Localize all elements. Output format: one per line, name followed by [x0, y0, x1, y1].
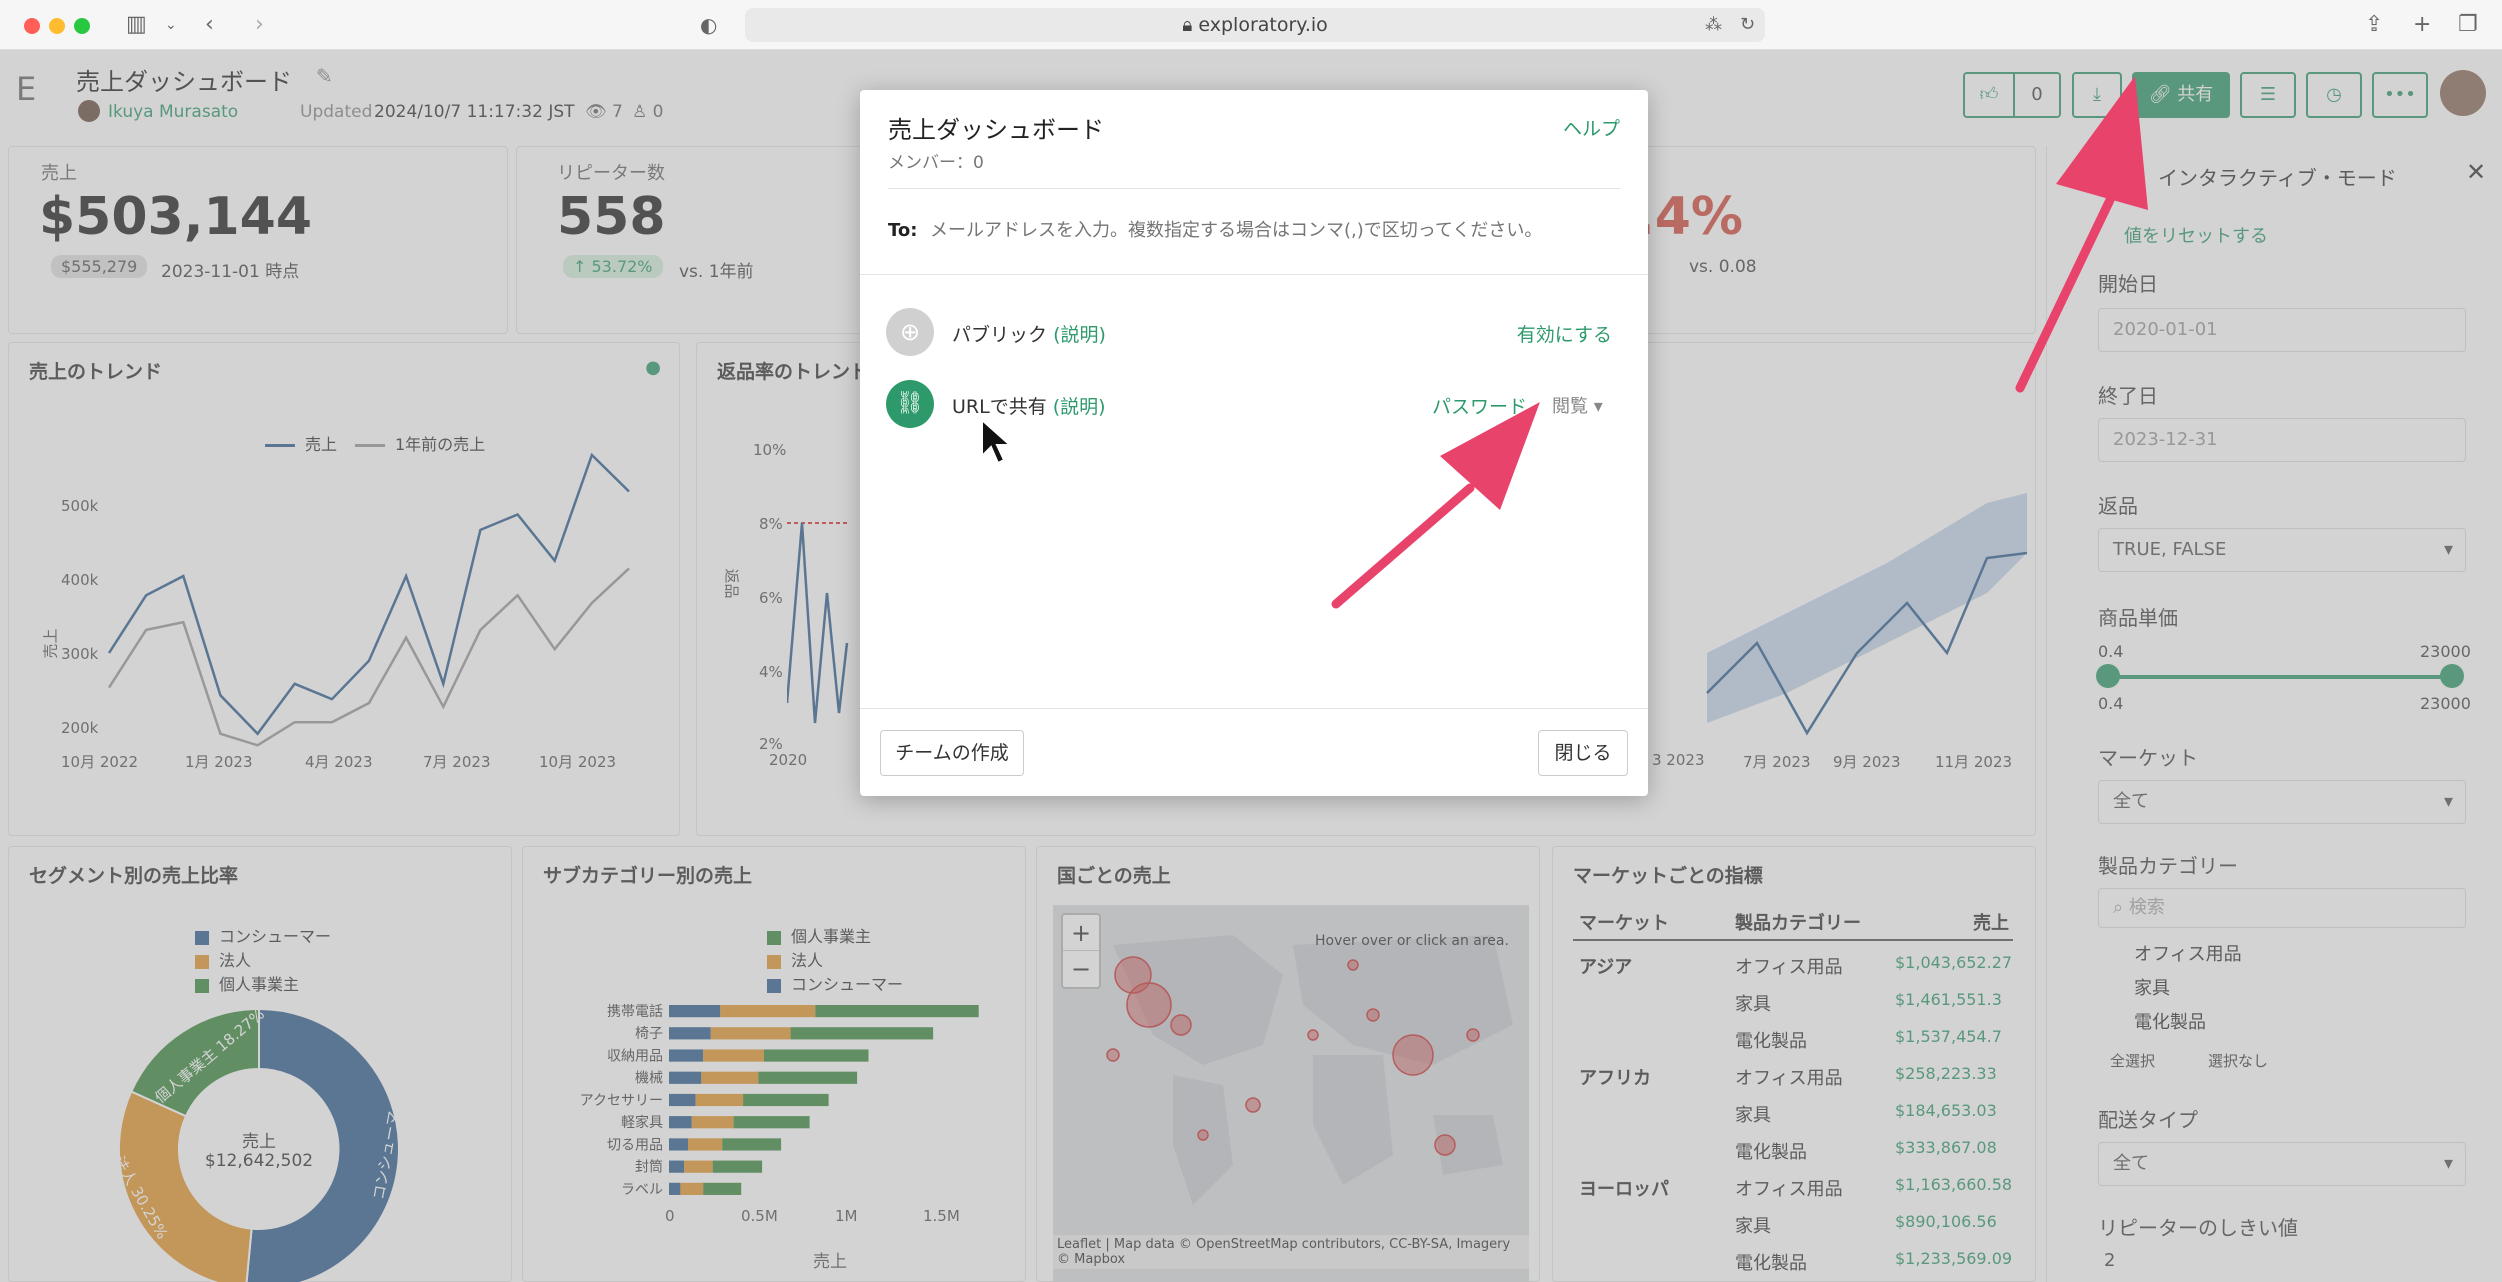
annotation-arrows: [1331, 76, 2148, 609]
mouse-cursor-icon: [981, 418, 1013, 465]
